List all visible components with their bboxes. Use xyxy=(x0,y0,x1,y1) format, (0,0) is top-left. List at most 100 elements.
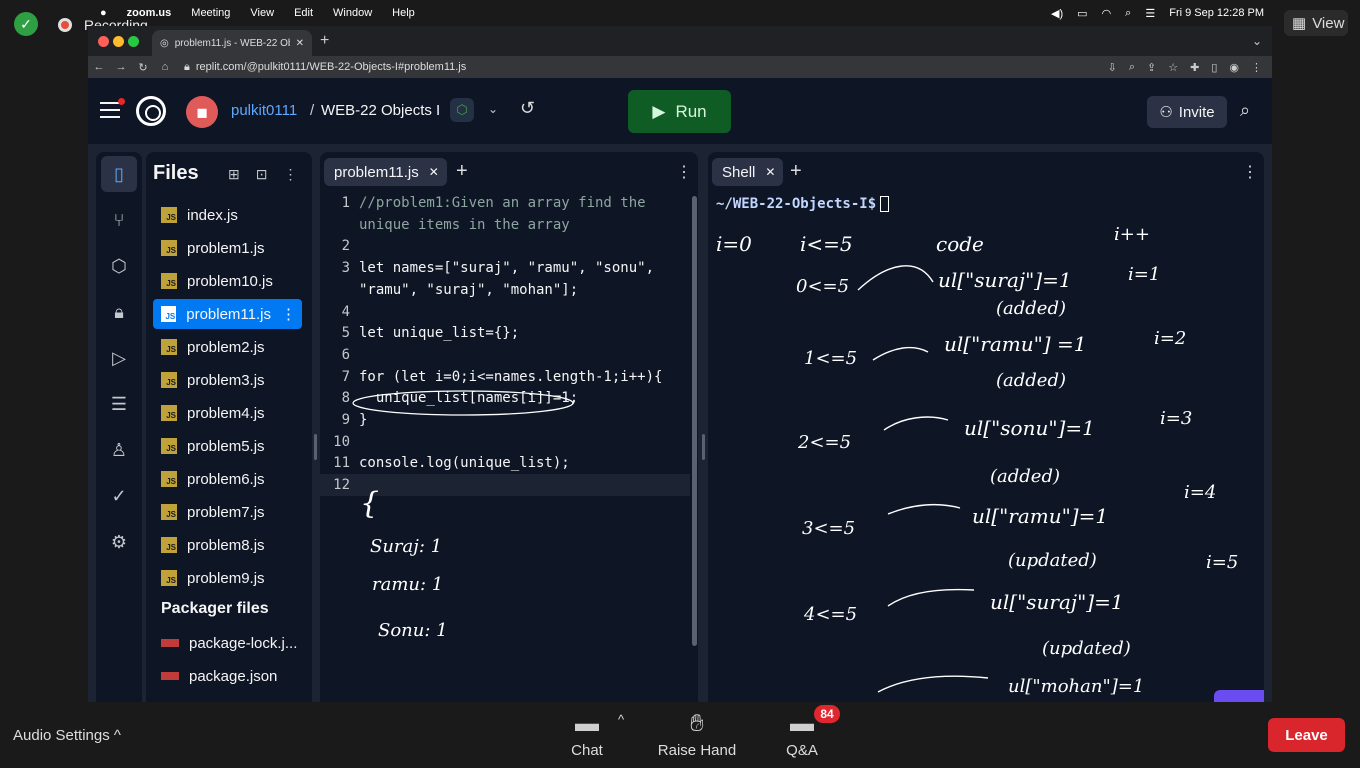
pane-resize-handle[interactable] xyxy=(314,434,317,460)
replit-logo-icon[interactable] xyxy=(136,96,166,126)
file-label: problem4.js xyxy=(187,404,265,422)
nodejs-icon[interactable]: ⬡ xyxy=(450,98,474,122)
new-file-icon[interactable]: ⊞ xyxy=(228,166,240,183)
reload-icon[interactable]: ↻ xyxy=(132,61,154,74)
menubar-item-edit[interactable]: Edit xyxy=(294,7,313,19)
close-tab-icon[interactable]: ✕ xyxy=(296,38,304,49)
browser-menu-icon[interactable]: ⋮ xyxy=(1251,61,1262,74)
packager-file-item[interactable]: package.json xyxy=(153,661,302,691)
volume-icon[interactable]: ◀) xyxy=(1051,7,1063,20)
files-kebab-icon[interactable]: ⋮ xyxy=(283,166,297,183)
wifi-icon[interactable]: ◠ xyxy=(1102,7,1112,20)
ink-sonu: Sonu: 1 xyxy=(378,620,448,641)
forward-icon[interactable]: → xyxy=(110,61,132,73)
qa-count-badge: 84 xyxy=(814,705,840,723)
menubar-item-help[interactable]: Help xyxy=(392,7,415,19)
shell-badge[interactable] xyxy=(1214,690,1264,702)
menubar-item-meeting[interactable]: Meeting xyxy=(191,7,230,19)
file-item[interactable]: JS problem2.js xyxy=(153,332,302,362)
replit-favicon-icon: ◎ xyxy=(160,37,169,49)
menubar-item-window[interactable]: Window xyxy=(333,7,372,19)
extensions-icon[interactable]: ✚ xyxy=(1190,61,1199,74)
file-item[interactable]: JS problem10.js xyxy=(153,266,302,296)
maximize-window-button[interactable] xyxy=(128,36,139,47)
secrets-lock-icon[interactable]: 🔒︎ xyxy=(101,294,137,330)
file-item[interactable]: JS problem11.js ⋮ xyxy=(153,299,302,329)
pane-resize-handle[interactable] xyxy=(702,434,705,460)
bookmark-star-icon[interactable]: ☆ xyxy=(1168,61,1178,74)
new-folder-icon[interactable]: ⊡ xyxy=(256,166,268,183)
chat-options-chevron-icon[interactable]: ^ xyxy=(618,712,624,727)
packager-file-label: package.json xyxy=(189,667,278,685)
file-item[interactable]: JS problem6.js xyxy=(153,464,302,494)
invite-button[interactable]: ⚇ Invite xyxy=(1147,96,1227,128)
tab-search-icon[interactable]: ⌄ xyxy=(1252,34,1262,48)
share-icon[interactable]: ⇪ xyxy=(1147,61,1156,74)
file-label: problem6.js xyxy=(187,470,265,488)
tool-rail: ▯ ⑂ ⬡ 🔒︎ ▷ ☰ ♙ ✓ ⚙ xyxy=(96,152,142,702)
file-label: problem10.js xyxy=(187,272,273,290)
run-button[interactable]: ▶ Run xyxy=(628,90,731,133)
file-item[interactable]: JS problem9.js xyxy=(153,563,302,593)
chevron-down-icon[interactable]: ⌄ xyxy=(488,102,498,116)
js-file-icon: JS xyxy=(161,240,177,256)
url-field[interactable]: 🔒︎ replit.com/@pulkit0111/WEB-22-Objects… xyxy=(184,61,1108,74)
menubar-app-name[interactable]: zoom.us xyxy=(127,7,172,19)
file-label: problem2.js xyxy=(187,338,265,356)
user-icon[interactable]: ♙ xyxy=(101,432,137,468)
view-button[interactable]: ▦ View xyxy=(1284,10,1348,36)
leave-button[interactable]: Leave xyxy=(1268,718,1345,752)
back-icon[interactable]: ← xyxy=(88,61,110,73)
file-kebab-icon[interactable]: ⋮ xyxy=(281,305,296,323)
breadcrumb-user[interactable]: pulkit0111 xyxy=(231,102,297,119)
packages-icon[interactable]: ⬡ xyxy=(101,248,137,284)
database-icon[interactable]: ☰ xyxy=(101,386,137,422)
ink-ramu: ramu: 1 xyxy=(372,574,444,595)
menubar-item-view[interactable]: View xyxy=(250,7,274,19)
audio-settings-button[interactable]: Audio Settings ^ xyxy=(13,727,121,744)
security-shield-icon[interactable]: ✓ xyxy=(14,12,38,36)
file-item[interactable]: JS problem8.js xyxy=(153,530,302,560)
battery-icon[interactable]: ▭ xyxy=(1077,7,1087,20)
audio-settings-label: Audio Settings xyxy=(13,727,110,744)
new-tab-button[interactable]: + xyxy=(320,32,329,50)
js-file-icon: JS xyxy=(161,273,177,289)
spotlight-icon[interactable]: ⌕ xyxy=(1125,7,1131,20)
file-label: problem8.js xyxy=(187,536,265,554)
file-item[interactable]: JS problem3.js xyxy=(153,365,302,395)
menubar-datetime[interactable]: Fri 9 Sep 12:28 PM xyxy=(1169,7,1264,19)
raise-hand-button[interactable]: ✋︎ Raise Hand xyxy=(656,710,738,759)
checkmark-icon[interactable]: ✓ xyxy=(101,478,137,514)
minimize-window-button[interactable] xyxy=(113,36,124,47)
browser-tab-active[interactable]: ◎ problem11.js - WEB-22 Object ✕ xyxy=(152,30,312,56)
files-title: Files xyxy=(153,162,199,184)
packager-file-item[interactable]: package-lock.j... xyxy=(153,628,302,658)
apple-icon[interactable]: ● xyxy=(100,7,107,19)
menu-icon[interactable] xyxy=(100,102,120,118)
history-icon[interactable]: ↺ xyxy=(520,98,535,119)
file-item[interactable]: JS problem1.js xyxy=(153,233,302,263)
version-control-icon[interactable]: ⑂ xyxy=(101,202,137,238)
file-item[interactable]: JS index.js xyxy=(153,200,302,230)
close-window-button[interactable] xyxy=(98,36,109,47)
install-icon[interactable]: ⇩ xyxy=(1108,61,1117,74)
invite-label: Invite xyxy=(1178,103,1215,121)
home-icon[interactable]: ⌂ xyxy=(154,61,176,73)
settings-gear-icon[interactable]: ⚙ xyxy=(101,524,137,560)
sidebar-icon[interactable]: ▯ xyxy=(1211,61,1217,74)
chevron-up-icon: ^ xyxy=(113,727,121,744)
file-item[interactable]: JS problem7.js xyxy=(153,497,302,527)
search-icon[interactable]: ⌕ xyxy=(1240,100,1250,121)
chat-button[interactable]: ▬ Chat xyxy=(567,710,607,759)
zoom-icon[interactable]: ⌕ xyxy=(1129,61,1135,74)
avatar[interactable]: ◼ xyxy=(186,96,218,128)
file-item[interactable]: JS problem5.js xyxy=(153,431,302,461)
file-label: problem3.js xyxy=(187,371,265,389)
control-center-icon[interactable]: ☰ xyxy=(1145,7,1155,20)
file-item[interactable]: JS problem4.js xyxy=(153,398,302,428)
debugger-icon[interactable]: ▷ xyxy=(101,340,137,376)
profile-icon[interactable]: ◉ xyxy=(1229,61,1239,74)
editor-ink-layer xyxy=(352,390,574,416)
breadcrumb-repl-name[interactable]: WEB-22 Objects I xyxy=(321,102,440,119)
files-tool-icon[interactable]: ▯ xyxy=(101,156,137,192)
